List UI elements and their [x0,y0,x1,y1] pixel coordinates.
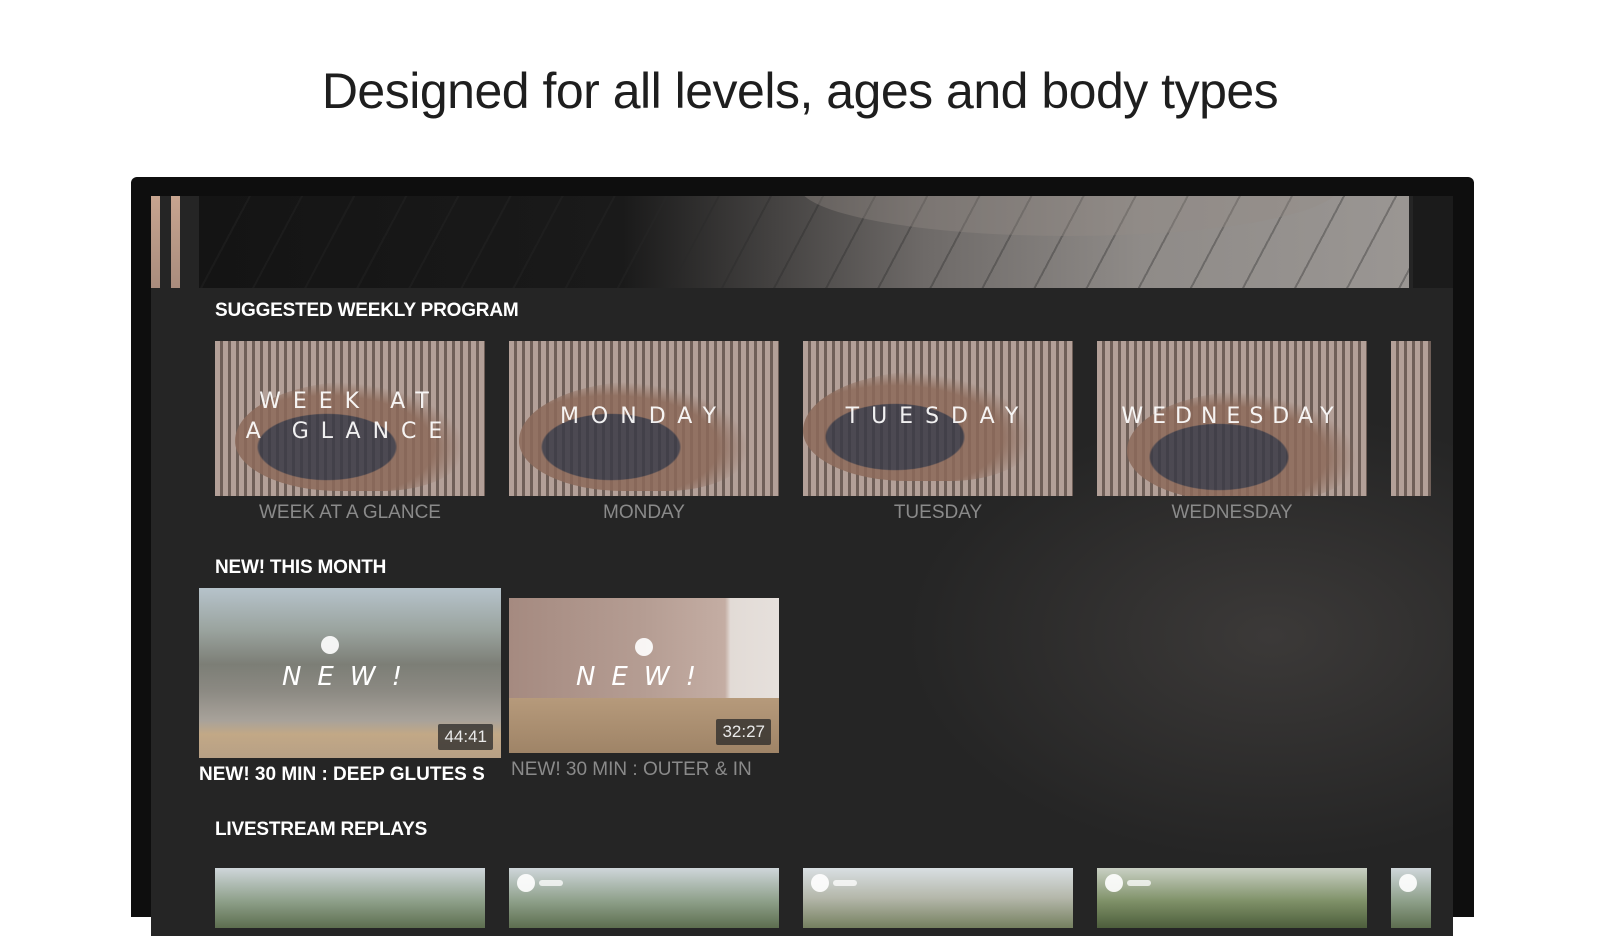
tile-overlay-text: A GLANCE [245,419,455,444]
tile-caption: TUESDAY [893,502,983,523]
nav-rail-marks [151,196,185,288]
workout-thumbnail [519,381,749,491]
brand-logo-mark [833,880,857,886]
weekly-tile-monday[interactable]: MONDAY [509,341,779,496]
livestream-tile-next-partial[interactable] [1391,868,1431,928]
hero-banner[interactable] [199,196,1409,288]
livestream-tile-3[interactable] [803,868,1073,928]
video-caption: NEW! 30 MIN : DEEP GLUTES S [199,764,485,785]
hero-banner-edge [1413,196,1453,288]
row-title-new-this-month: NEW! THIS MONTH [215,557,387,578]
brand-logo-icon [321,636,339,654]
weekly-tile-week-at-a-glance[interactable]: WEEK AT A GLANCE [215,341,485,496]
video-duration: 44:41 [438,724,493,750]
tile-overlay-text: WEEK AT [259,389,441,414]
tile-caption: WEDNESDAY [1171,502,1293,523]
app-screen: SUGGESTED WEEKLY PROGRAM WEEK AT A GLANC… [151,196,1453,936]
video-caption: NEW! 30 MIN : OUTER & IN [511,759,752,780]
brand-logo-icon [811,874,829,892]
brand-logo-icon [517,874,535,892]
new-overlay-text: NEW! [575,662,712,692]
tv-frame: SUGGESTED WEEKLY PROGRAM WEEK AT A GLANC… [131,177,1474,936]
video-duration: 32:27 [716,719,771,745]
tile-caption: WEEK AT A GLANCE [259,502,441,523]
new-overlay-text: NEW! [281,662,418,692]
brand-logo-icon [1105,874,1123,892]
brand-logo-mark [539,880,563,886]
tile-overlay-text: TUESDAY [845,404,1031,429]
brand-logo-mark [1127,880,1151,886]
weekly-tile-wednesday[interactable]: WEDNESDAY [1097,341,1367,496]
brand-logo-icon [1399,874,1417,892]
livestream-tile-2[interactable] [509,868,779,928]
new-video-tile-1[interactable]: NEW! 44:41 [199,588,501,758]
livestream-tile-1[interactable] [215,868,485,928]
brand-logo-icon [635,638,653,656]
tile-overlay-text: WEDNESDAY [1121,404,1343,429]
livestream-tile-4[interactable] [1097,868,1367,928]
tile-overlay-text: MONDAY [559,404,729,429]
row-title-livestream: LIVESTREAM REPLAYS [215,819,428,840]
marketing-headline: Designed for all levels, ages and body t… [321,63,1279,119]
row-title-weekly: SUGGESTED WEEKLY PROGRAM [215,300,519,321]
weekly-tile-tuesday[interactable]: TUESDAY [803,341,1073,496]
weekly-tile-next-partial[interactable] [1391,341,1431,496]
tile-caption: MONDAY [603,502,685,523]
new-video-tile-2[interactable]: NEW! 32:27 [509,598,779,753]
